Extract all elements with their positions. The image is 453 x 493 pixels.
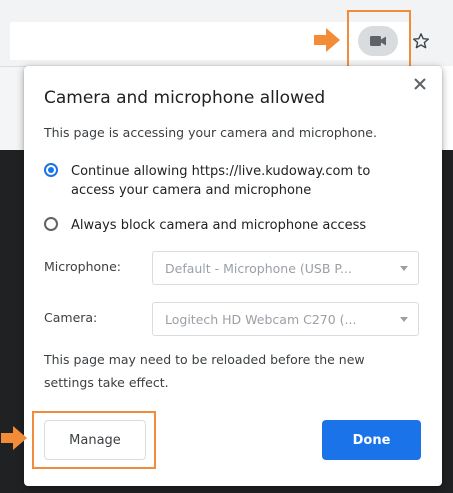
option-label: Continue allowing https://live.kudoway.c… [71,164,371,198]
popup-title: Camera and microphone allowed [44,88,326,108]
popup-subtitle: This page is accessing your camera and m… [44,125,377,140]
option-always-block[interactable]: Always block camera and microphone acces… [44,216,391,235]
bookmark-star-button[interactable] [410,30,432,52]
close-icon [414,78,426,90]
video-camera-icon [370,36,386,46]
chevron-down-icon [400,316,408,322]
manage-button[interactable]: Manage [44,420,146,460]
camera-indicator-button[interactable] [358,26,398,56]
radio-unselected-icon[interactable] [44,217,58,231]
camera-select-value: Logitech HD Webcam C270 (... [165,311,357,327]
done-button[interactable]: Done [322,420,421,460]
microphone-label: Microphone: [44,259,121,274]
reload-note: This page may need to be reloaded before… [44,352,365,390]
chevron-down-icon [400,265,408,271]
microphone-select[interactable]: Default - Microphone (USB P... [152,251,419,285]
option-continue-allowing[interactable]: Continue allowing https://live.kudoway.c… [44,162,391,200]
microphone-select-value: Default - Microphone (USB P... [165,260,352,276]
radio-selected-icon[interactable] [44,163,58,177]
arrow-right-icon [314,28,340,52]
arrow-right-icon [1,426,27,450]
camera-label: Camera: [44,310,98,325]
close-button[interactable] [410,74,430,94]
camera-select[interactable]: Logitech HD Webcam C270 (... [152,302,419,336]
option-label: Always block camera and microphone acces… [71,218,367,233]
star-icon [412,33,430,49]
